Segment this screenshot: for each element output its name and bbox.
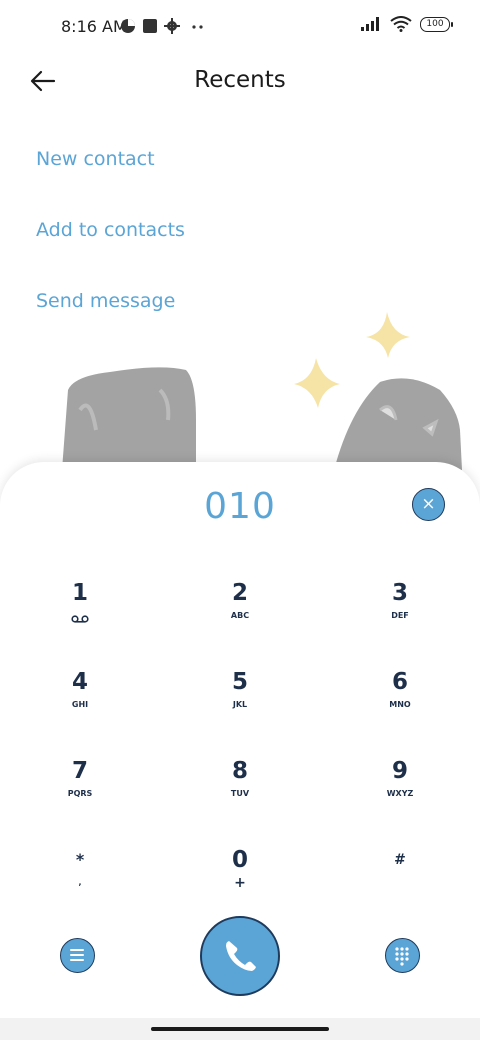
key-1[interactable]: 1	[25, 578, 135, 648]
key-9[interactable]: 9 WXYZ	[345, 756, 455, 826]
key-2[interactable]: 2 ABC	[185, 578, 295, 648]
navigation-bar	[0, 1018, 480, 1040]
key-digit: 8	[231, 758, 248, 784]
key-digit: 7	[71, 758, 88, 784]
wifi-icon	[390, 16, 412, 32]
signal-icon	[361, 17, 379, 31]
key-letters: GHI	[71, 700, 89, 709]
key-letters: ABC	[230, 611, 250, 620]
key-digit: 4	[71, 669, 88, 695]
key-letters: +	[234, 875, 246, 891]
phone-icon	[226, 941, 256, 971]
key-star[interactable]: * ,	[25, 845, 135, 915]
status-bar: 8:16 AM 100	[0, 0, 480, 56]
voicemail-icon	[71, 615, 89, 623]
menu-button[interactable]	[60, 938, 95, 973]
page-title: Recents	[194, 67, 286, 93]
key-letters: MNO	[389, 700, 411, 709]
key-digit: 0	[231, 847, 248, 873]
clear-button[interactable]: ×	[412, 488, 445, 521]
key-5[interactable]: 5 JKL	[185, 667, 295, 737]
key-letters: TUV	[230, 789, 250, 798]
key-8[interactable]: 8 TUV	[185, 756, 295, 826]
key-letters: DEF	[391, 611, 409, 620]
key-letters: ,	[78, 878, 82, 887]
key-0[interactable]: 0 +	[185, 845, 295, 915]
dialpad-panel: 010 × 1 2 ABC 3 DEF 4 GHI 5 JKL 6 MNO 7 …	[0, 462, 480, 1018]
key-letters: WXYZ	[386, 789, 414, 798]
app-notification-icon	[143, 19, 157, 33]
key-6[interactable]: 6 MNO	[345, 667, 455, 737]
home-indicator[interactable]	[151, 1027, 329, 1031]
key-letters: JKL	[232, 700, 248, 709]
menu-icon	[70, 949, 84, 961]
sparkle-icon	[294, 358, 340, 408]
more-notifications-icon	[192, 25, 203, 29]
keypad-toggle-button[interactable]	[385, 938, 420, 973]
key-hash[interactable]: #	[345, 845, 455, 915]
key-digit: 9	[391, 758, 408, 784]
key-digit: 6	[391, 669, 408, 695]
key-7[interactable]: 7 PQRS	[25, 756, 135, 826]
key-digit: 3	[391, 580, 408, 606]
app-header: Recents	[0, 56, 480, 108]
gear-icon	[164, 18, 180, 34]
key-letters: PQRS	[67, 789, 93, 798]
key-digit: 1	[71, 580, 88, 606]
key-3[interactable]: 3 DEF	[345, 578, 455, 648]
status-time: 8:16 AM	[61, 17, 127, 36]
sparkle-icon	[366, 312, 410, 358]
data-saver-icon	[121, 19, 135, 33]
key-digit: 5	[231, 669, 248, 695]
dialed-number: 010	[204, 486, 276, 527]
key-digit: 2	[231, 580, 248, 606]
key-4[interactable]: 4 GHI	[25, 667, 135, 737]
key-digit: *	[75, 850, 85, 869]
new-contact-link[interactable]: New contact	[36, 148, 155, 170]
call-button[interactable]	[200, 916, 280, 996]
key-digit: #	[394, 852, 406, 868]
battery-indicator: 100	[420, 16, 453, 32]
close-icon: ×	[421, 494, 436, 514]
keypad-grid-icon	[395, 947, 409, 966]
add-to-contacts-link[interactable]: Add to contacts	[36, 219, 185, 241]
